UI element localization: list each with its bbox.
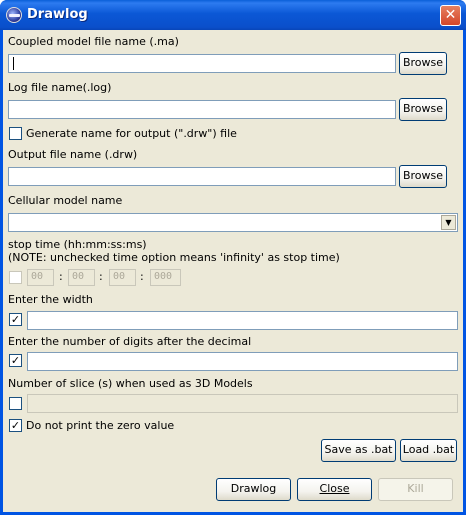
kill-button[interactable]: Kill bbox=[378, 478, 453, 501]
stop-time-note: (NOTE: unchecked time option means 'infi… bbox=[8, 251, 340, 264]
slices-label: Number of slice (s) when used as 3D Mode… bbox=[8, 377, 253, 390]
slices-input[interactable] bbox=[27, 394, 458, 413]
width-label: Enter the width bbox=[8, 293, 93, 306]
time-separator: : bbox=[59, 270, 63, 283]
hours-field[interactable]: 00 bbox=[27, 269, 54, 286]
cellular-model-select[interactable]: ▼ bbox=[8, 213, 458, 232]
generate-name-label: Generate name for output (".drw") file bbox=[26, 127, 237, 140]
output-file-input[interactable] bbox=[8, 167, 396, 186]
log-file-label: Log file name(.log) bbox=[8, 81, 112, 94]
drawlog-window: Drawlog ✕ Coupled model file name (.ma) … bbox=[0, 0, 466, 515]
width-checkbox[interactable]: ✓ bbox=[9, 313, 22, 326]
width-input[interactable] bbox=[27, 311, 458, 330]
time-separator: : bbox=[140, 270, 144, 283]
cellular-model-label: Cellular model name bbox=[8, 194, 123, 207]
close-icon: ✕ bbox=[444, 7, 457, 23]
title-bar: Drawlog ✕ bbox=[0, 0, 466, 30]
digits-checkbox[interactable]: ✓ bbox=[9, 354, 22, 367]
app-icon bbox=[6, 7, 22, 23]
close-button[interactable]: Close bbox=[297, 478, 372, 501]
zero-value-checkbox[interactable]: ✓ bbox=[9, 419, 22, 432]
drawlog-button[interactable]: Drawlog bbox=[216, 478, 291, 501]
text-caret bbox=[13, 57, 14, 70]
output-file-label: Output file name (.drw) bbox=[8, 148, 138, 161]
dialog-body: Coupled model file name (.ma) Browse Log… bbox=[3, 30, 463, 512]
output-browse-button[interactable]: Browse bbox=[399, 165, 447, 188]
time-separator: : bbox=[99, 270, 103, 283]
digits-label: Enter the number of digits after the dec… bbox=[8, 335, 252, 348]
window-title: Drawlog bbox=[27, 7, 88, 22]
seconds-field[interactable]: 00 bbox=[109, 269, 136, 286]
milliseconds-field[interactable]: 000 bbox=[150, 269, 181, 286]
coupled-browse-button[interactable]: Browse bbox=[399, 52, 447, 75]
checkmark-icon: ✓ bbox=[10, 354, 21, 367]
zero-value-label: Do not print the zero value bbox=[26, 419, 175, 432]
load-bat-button[interactable]: Load .bat bbox=[400, 439, 457, 462]
chevron-down-icon[interactable]: ▼ bbox=[441, 215, 456, 230]
save-bat-button[interactable]: Save as .bat bbox=[321, 439, 396, 462]
stop-time-label: stop time (hh:mm:ss:ms) bbox=[8, 238, 147, 251]
coupled-model-input[interactable] bbox=[8, 54, 396, 73]
minutes-field[interactable]: 00 bbox=[68, 269, 95, 286]
log-file-input[interactable] bbox=[8, 100, 396, 119]
coupled-model-label: Coupled model file name (.ma) bbox=[8, 35, 179, 48]
stop-time-checkbox[interactable] bbox=[9, 271, 22, 284]
slices-checkbox[interactable] bbox=[9, 397, 22, 410]
generate-name-checkbox[interactable] bbox=[9, 127, 22, 140]
checkmark-icon: ✓ bbox=[10, 419, 21, 432]
checkmark-icon: ✓ bbox=[10, 313, 21, 326]
close-window-button[interactable]: ✕ bbox=[440, 5, 461, 26]
log-browse-button[interactable]: Browse bbox=[399, 98, 447, 121]
digits-input[interactable] bbox=[27, 352, 458, 371]
